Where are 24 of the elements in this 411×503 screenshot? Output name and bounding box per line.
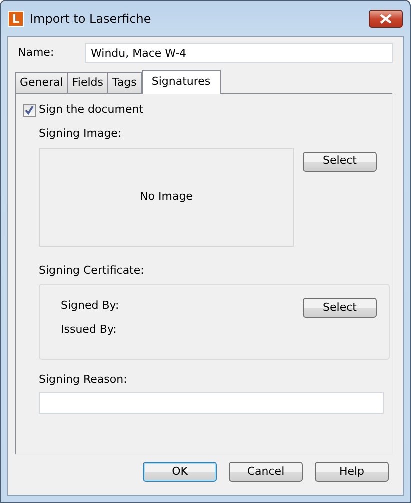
checkbox-label[interactable]: Sign the document [39,102,144,118]
tab[interactable]: Signatures [142,70,221,94]
dialog-button[interactable]: OK [143,462,217,482]
signing-image-label: Signing Image: [39,126,123,142]
signing-reason-field[interactable] [39,392,384,414]
select-certificate-button[interactable]: Select [303,298,377,318]
app-logo: L [8,10,24,26]
signing-certificate-label: Signing Certificate: [39,262,146,278]
tab[interactable]: General [15,72,68,93]
close-button[interactable] [369,10,403,28]
name-field[interactable]: Windu, Mace W-4 [85,43,393,63]
close-icon [380,14,392,24]
tab[interactable]: Fields [67,72,108,93]
tab[interactable]: Tags [107,72,142,93]
window-title: Import to Laserfiche [30,10,152,28]
dialog-button[interactable]: Help [315,462,389,482]
empty-image-text: No Image [140,188,193,205]
checkbox[interactable] [23,104,36,116]
signing-reason-label: Signing Reason: [39,372,128,388]
certificate-field-label: Signed By: [61,298,120,314]
select-image-button[interactable]: Select [303,152,377,172]
name-label: Name: [17,44,56,61]
certificate-field-label: Issued By: [61,322,118,338]
dialog-button[interactable]: Cancel [229,462,303,482]
